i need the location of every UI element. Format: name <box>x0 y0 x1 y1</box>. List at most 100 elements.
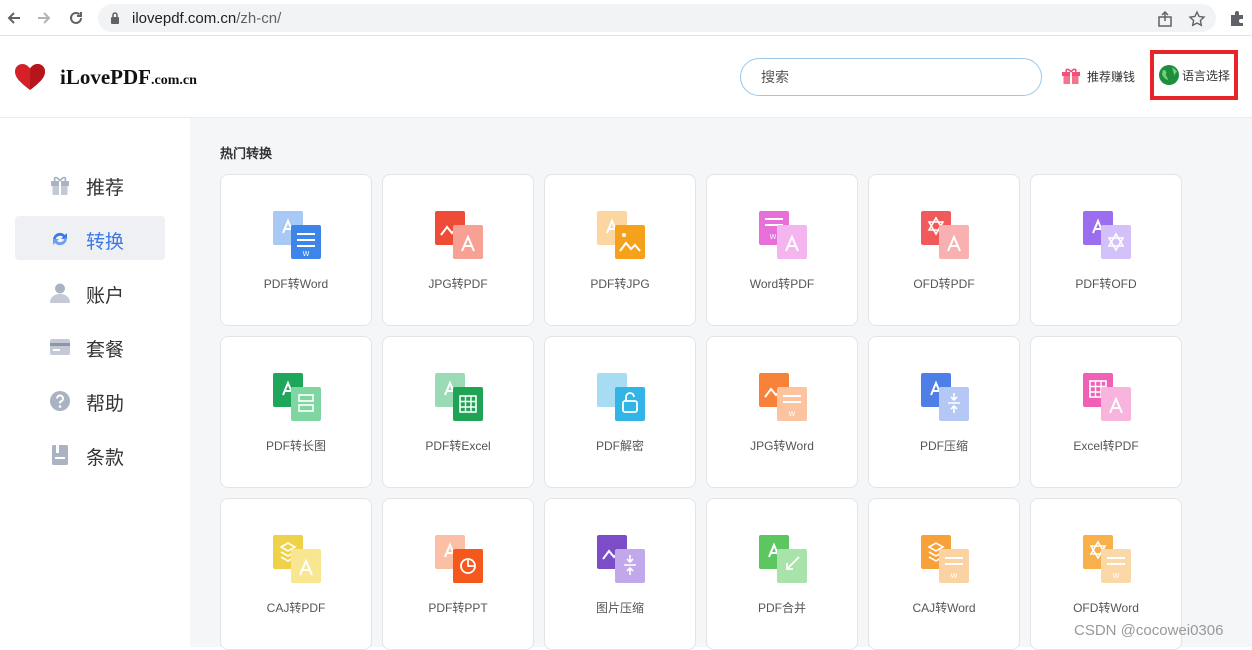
pdf-to-ppt-icon <box>435 535 483 583</box>
word-to-pdf-icon: W <box>759 211 807 259</box>
tool-card-pdf-to-word[interactable]: W PDF转Word <box>220 174 372 326</box>
tool-card-pdf-to-jpg[interactable]: PDF转JPG <box>544 174 696 326</box>
tool-card-word-to-pdf[interactable]: W Word转PDF <box>706 174 858 326</box>
pdf-to-excel-icon <box>435 373 483 421</box>
svg-text:W: W <box>789 410 796 418</box>
globe-icon <box>1158 65 1179 85</box>
svg-text:W: W <box>1113 572 1120 580</box>
sidebar-item-convert[interactable]: 转换 <box>15 216 165 260</box>
tool-label: PDF压缩 <box>919 439 968 453</box>
tool-card-pdf-unlock[interactable]: PDF解密 <box>544 336 696 488</box>
convert-icon <box>52 232 68 246</box>
tool-label: Excel转PDF <box>1073 439 1139 453</box>
search-box[interactable] <box>740 58 1042 96</box>
referral-label: 推荐赚钱 <box>1087 69 1136 84</box>
reload-button[interactable] <box>66 8 86 28</box>
lock-icon <box>111 12 119 24</box>
tool-label: Word转PDF <box>749 277 815 291</box>
main-content: 热门转换 W PDF转Word JPG转PDF PDF转JPG W Word转P… <box>190 118 1252 650</box>
tool-label: PDF转长图 <box>265 439 326 453</box>
terms-icon <box>52 445 68 465</box>
watermark-text: CSDN @cocowei0306 <box>1074 622 1224 639</box>
pdf-to-word-icon: W <box>273 211 321 259</box>
caj-to-word-icon: W <box>921 535 969 583</box>
ofd-to-word-icon: W <box>1083 535 1131 583</box>
tool-label: 图片压缩 <box>595 601 644 615</box>
tool-card-pdf-to-excel[interactable]: PDF转Excel <box>382 336 534 488</box>
pdf-unlock-icon <box>597 373 645 421</box>
tool-label: JPG转PDF <box>428 277 488 291</box>
sidebar-item-recommend[interactable]: 推荐 <box>15 162 165 206</box>
tool-card-ofd-to-pdf[interactable]: OFD转PDF <box>868 174 1020 326</box>
sidebar-item-account[interactable]: 账户 <box>15 270 165 314</box>
pdf-to-jpg-icon <box>597 211 645 259</box>
excel-to-pdf-icon <box>1083 373 1131 421</box>
pdf-to-ofd-icon <box>1083 211 1131 259</box>
svg-text:W: W <box>951 572 958 580</box>
tool-label: PDF转PPT <box>428 601 488 615</box>
tool-card-caj-to-pdf[interactable]: CAJ转PDF <box>220 498 372 650</box>
logo-main-text: iLovePDF <box>60 64 151 89</box>
url-text: ilovepdf.com.cn/zh-cn/ <box>132 10 282 27</box>
jpg-to-word-icon: W <box>759 373 807 421</box>
logo-domain-text: .com.cn <box>150 72 197 88</box>
gift-icon <box>51 176 69 195</box>
tool-label: OFD转Word <box>1073 601 1139 615</box>
referral-link[interactable]: 推荐赚钱 <box>1061 67 1135 85</box>
tool-label: PDF转JPG <box>590 277 650 291</box>
extensions-icon[interactable] <box>1228 9 1246 27</box>
browser-toolbar: ilovepdf.com.cn/zh-cn/ <box>0 0 1252 36</box>
user-icon <box>50 283 70 303</box>
back-button[interactable] <box>4 8 24 28</box>
pdf-merge-icon <box>759 535 807 583</box>
sidebar-nav: 推荐 转换 账户 套餐 帮助 条款 <box>0 118 190 647</box>
sidebar-item-label: 套餐 <box>86 340 125 361</box>
tool-label: PDF解密 <box>595 439 644 453</box>
card-icon <box>50 339 70 355</box>
sidebar-item-help[interactable]: 帮助 <box>15 378 165 422</box>
sidebar-item-label: 推荐 <box>86 178 125 199</box>
search-input[interactable] <box>761 69 1021 85</box>
arrow-right-icon <box>38 12 51 24</box>
tool-card-pdf-to-ppt[interactable]: PDF转PPT <box>382 498 534 650</box>
pdf-to-long-image-icon <box>273 373 321 421</box>
reload-icon <box>70 11 82 24</box>
sidebar-item-label: 账户 <box>86 286 125 307</box>
svg-text:W: W <box>303 250 310 258</box>
tool-card-pdf-merge[interactable]: PDF合并 <box>706 498 858 650</box>
language-selector[interactable]: 语言选择 <box>1150 50 1238 100</box>
sidebar-item-label: 转换 <box>86 232 125 253</box>
tool-label: PDF转Excel <box>425 439 491 453</box>
caj-to-pdf-icon <box>273 535 321 583</box>
share-icon[interactable] <box>1156 10 1174 28</box>
tool-card-pdf-to-long-image[interactable]: PDF转长图 <box>220 336 372 488</box>
star-icon[interactable] <box>1188 10 1206 28</box>
forward-button[interactable] <box>34 8 54 28</box>
tool-label: PDF转Word <box>263 277 329 291</box>
help-icon <box>50 391 70 411</box>
tool-card-jpg-to-word[interactable]: W JPG转Word <box>706 336 858 488</box>
language-label: 语言选择 <box>1181 68 1230 83</box>
tool-card-pdf-compress[interactable]: PDF压缩 <box>868 336 1020 488</box>
section-title: 热门转换 <box>220 146 273 161</box>
site-logo[interactable]: iLovePDF.com.cn <box>14 63 197 91</box>
tool-card-pdf-to-ofd[interactable]: PDF转OFD <box>1030 174 1182 326</box>
gift-icon <box>1062 68 1080 84</box>
tool-label: OFD转PDF <box>913 277 975 291</box>
tool-card-image-compress[interactable]: 图片压缩 <box>544 498 696 650</box>
tool-card-caj-to-word[interactable]: W CAJ转Word <box>868 498 1020 650</box>
ofd-to-pdf-icon <box>921 211 969 259</box>
address-bar[interactable]: ilovepdf.com.cn/zh-cn/ <box>98 4 1216 32</box>
sidebar-item-label: 条款 <box>86 448 125 469</box>
sidebar-item-label: 帮助 <box>86 394 125 415</box>
heart-logo-icon <box>15 64 45 90</box>
jpg-to-pdf-icon <box>435 211 483 259</box>
tool-label: CAJ转Word <box>912 601 976 615</box>
svg-text:W: W <box>770 233 777 241</box>
tool-card-jpg-to-pdf[interactable]: JPG转PDF <box>382 174 534 326</box>
sidebar-item-terms[interactable]: 条款 <box>15 432 165 476</box>
sidebar-item-plans[interactable]: 套餐 <box>15 324 165 368</box>
tool-card-excel-to-pdf[interactable]: Excel转PDF <box>1030 336 1182 488</box>
tool-label: PDF合并 <box>757 601 806 615</box>
tool-label: CAJ转PDF <box>266 601 326 615</box>
